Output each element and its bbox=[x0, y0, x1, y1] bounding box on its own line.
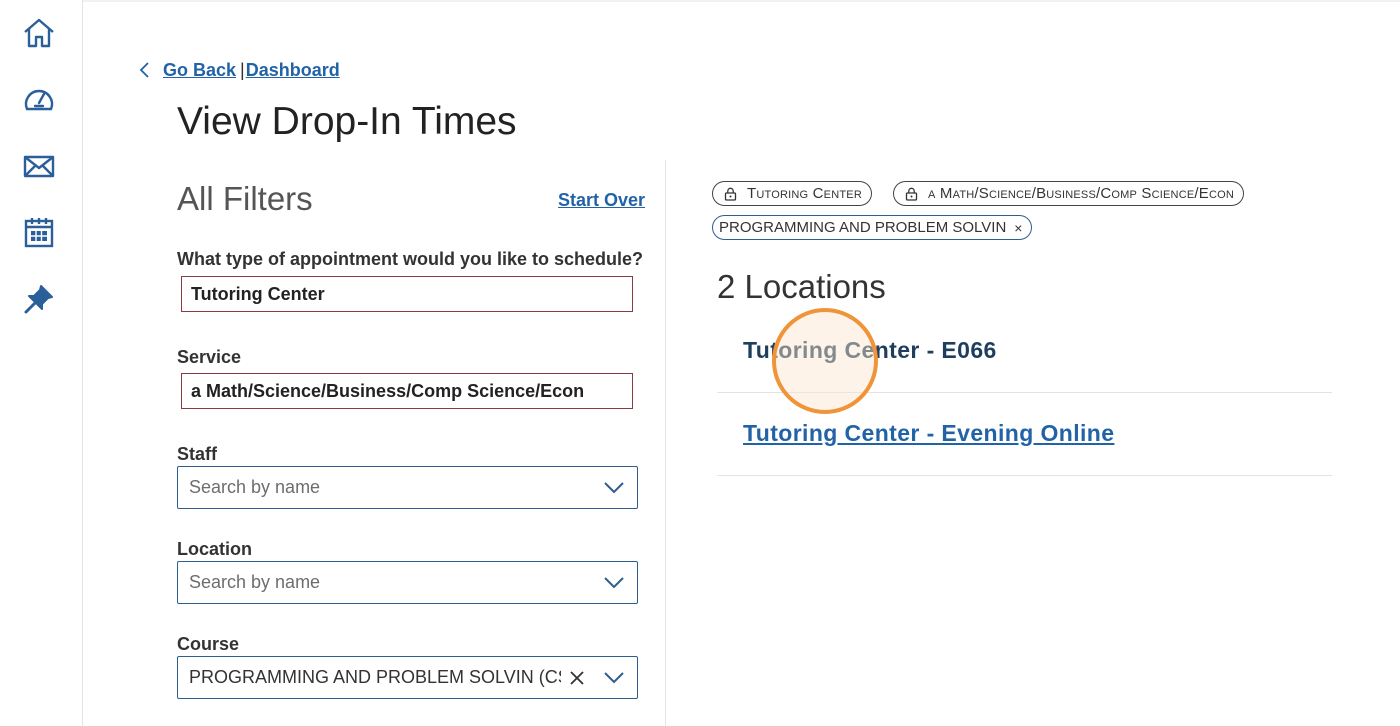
filter-chip-tutoring-center: Tutoring Center bbox=[712, 181, 872, 206]
dashboard-link[interactable]: Dashboard bbox=[246, 60, 340, 81]
filter-chip-label: Tutoring Center bbox=[747, 185, 862, 202]
start-over-link[interactable]: Start Over bbox=[558, 190, 645, 211]
filters-title: All Filters bbox=[177, 180, 313, 217]
home-icon[interactable] bbox=[20, 14, 58, 52]
filter-chip-label: PROGRAMMING AND PROBLEM SOLVIN bbox=[719, 219, 1007, 236]
service-value: a Math/Science/Business/Comp Science/Eco… bbox=[181, 373, 633, 409]
location-item[interactable]: Tutoring Center - Evening Online bbox=[717, 393, 1332, 476]
go-back-link[interactable]: Go Back bbox=[163, 60, 236, 81]
location-item: Tutoring Center - E066 bbox=[717, 322, 1332, 393]
appointment-type-value: Tutoring Center bbox=[181, 276, 633, 312]
sidebar bbox=[0, 0, 83, 726]
pin-icon[interactable] bbox=[20, 280, 58, 318]
staff-label: Staff bbox=[177, 444, 217, 464]
dashboard-gauge-icon[interactable] bbox=[20, 80, 58, 118]
column-divider bbox=[665, 160, 666, 726]
location-select[interactable] bbox=[177, 561, 638, 604]
appointment-type-label: What type of appointment would you like … bbox=[177, 249, 644, 269]
clear-icon[interactable] bbox=[569, 670, 585, 686]
chevron-down-icon[interactable] bbox=[603, 481, 625, 495]
page-title: View Drop-In Times bbox=[177, 100, 517, 143]
mail-icon[interactable] bbox=[20, 147, 58, 185]
location-label: Location bbox=[177, 539, 252, 559]
remove-chip-icon[interactable]: × bbox=[1014, 220, 1022, 236]
chevron-down-icon[interactable] bbox=[603, 576, 625, 590]
staff-select[interactable] bbox=[177, 466, 638, 509]
lock-icon bbox=[724, 187, 737, 201]
locations-count: 2 Locations bbox=[717, 268, 886, 305]
filter-chip-course: PROGRAMMING AND PROBLEM SOLVIN × bbox=[712, 215, 1033, 240]
lock-icon bbox=[905, 187, 918, 201]
calendar-icon[interactable] bbox=[20, 213, 58, 251]
chevron-down-icon[interactable] bbox=[603, 671, 625, 685]
course-select[interactable]: PROGRAMMING AND PROBLEM SOLVIN (CSCI- bbox=[177, 656, 638, 699]
location-link[interactable]: Tutoring Center - Evening Online bbox=[743, 420, 1114, 447]
top-border bbox=[83, 0, 1400, 2]
chevron-left-icon[interactable] bbox=[138, 61, 152, 79]
staff-search-input[interactable] bbox=[178, 476, 603, 499]
filter-chip-label: a Math/Science/Business/Comp Science/Eco… bbox=[928, 185, 1234, 202]
breadcrumb: Go Back | Dashboard bbox=[138, 58, 340, 81]
location-name: Tutoring Center - E066 bbox=[743, 337, 997, 363]
location-search-input[interactable] bbox=[178, 571, 603, 594]
course-label: Course bbox=[177, 634, 240, 654]
breadcrumb-separator: | bbox=[240, 60, 245, 80]
service-label: Service bbox=[177, 347, 242, 367]
course-selected-value: PROGRAMMING AND PROBLEM SOLVIN (CSCI- bbox=[189, 667, 561, 687]
filter-chip-service: a Math/Science/Business/Comp Science/Eco… bbox=[893, 181, 1244, 206]
